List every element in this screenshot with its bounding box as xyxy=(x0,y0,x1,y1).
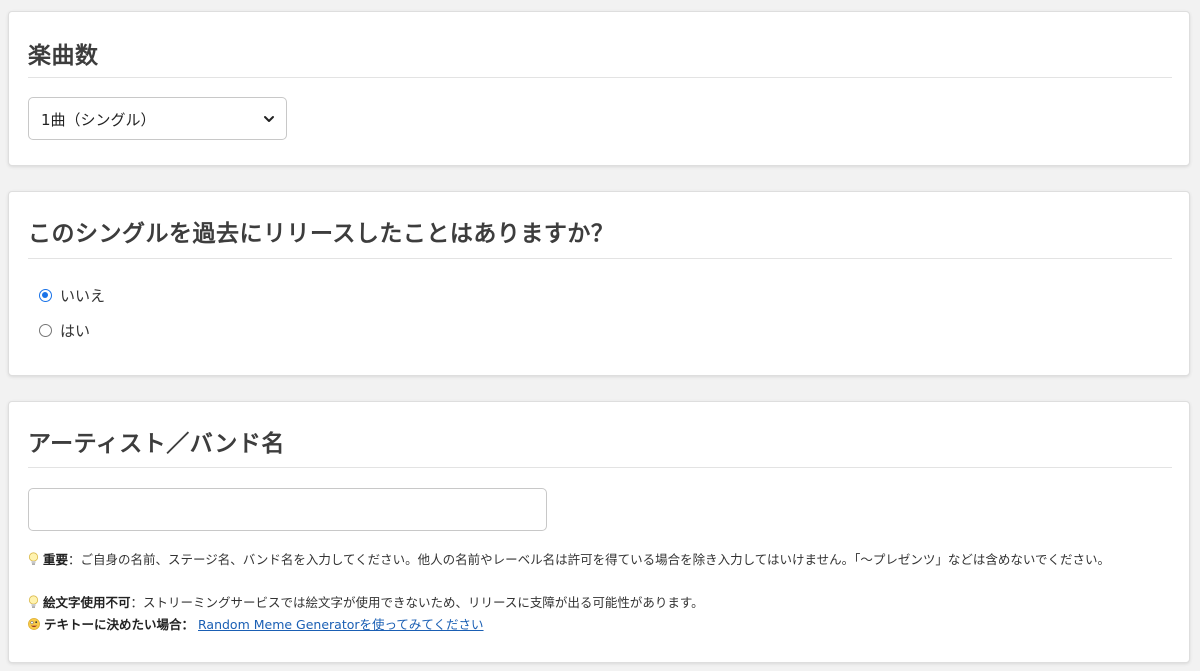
random-name-note: テキトーに決めたい場合： Random Meme Generatorを使ってみて… xyxy=(28,615,1172,635)
no-emoji-text: ：ストリーミングサービスでは絵文字が使用できないため、リリースに支障が出る可能性… xyxy=(130,595,704,610)
divider xyxy=(28,467,1172,468)
no-emoji-note: 絵文字使用不可：ストリーミングサービスでは絵文字が使用できないため、リリースに支… xyxy=(28,593,1172,613)
important-text: ：ご自身の名前、ステージ名、バンド名を入力してください。他人の名前やレーベル名は… xyxy=(68,552,1111,567)
lightbulb-icon xyxy=(28,595,39,608)
radio-button-yes[interactable] xyxy=(39,323,52,337)
divider xyxy=(28,77,1172,78)
random-meme-generator-link[interactable]: Random Meme Generatorを使ってみてください xyxy=(198,617,484,632)
track-count-card: 楽曲数 1曲（シングル） xyxy=(8,11,1190,166)
important-note: 重要：ご自身の名前、ステージ名、バンド名を入力してください。他人の名前やレーベル… xyxy=(28,550,1172,570)
random-label: テキトーに決めたい場合： xyxy=(44,617,195,632)
artist-name-card: アーティスト／バンド名 重要：ご自身の名前、ステージ名、バンド名を入力してくださ… xyxy=(8,401,1190,663)
track-count-select[interactable]: 1曲（シングル） xyxy=(28,97,287,140)
released-before-card: このシングルを過去にリリースしたことはありますか？ いいえ はい xyxy=(8,191,1190,376)
artist-name-input[interactable] xyxy=(28,488,547,531)
radio-option-no[interactable]: いいえ xyxy=(39,284,105,306)
radio-button-no[interactable] xyxy=(39,288,52,302)
no-emoji-label: 絵文字使用不可 xyxy=(43,595,131,610)
track-count-title: 楽曲数 xyxy=(28,43,99,69)
zany-face-icon xyxy=(28,618,40,630)
artist-name-title: アーティスト／バンド名 xyxy=(28,431,285,457)
radio-label-no: いいえ xyxy=(60,286,106,305)
released-before-title: このシングルを過去にリリースしたことはありますか？ xyxy=(28,221,615,247)
radio-option-yes[interactable]: はい xyxy=(39,319,90,341)
track-count-selected-value: 1曲（シングル） xyxy=(41,111,156,129)
chevron-down-icon xyxy=(264,116,274,122)
radio-label-yes: はい xyxy=(60,321,91,340)
lightbulb-icon xyxy=(28,552,39,565)
important-label: 重要 xyxy=(43,552,69,567)
divider xyxy=(28,258,1172,259)
